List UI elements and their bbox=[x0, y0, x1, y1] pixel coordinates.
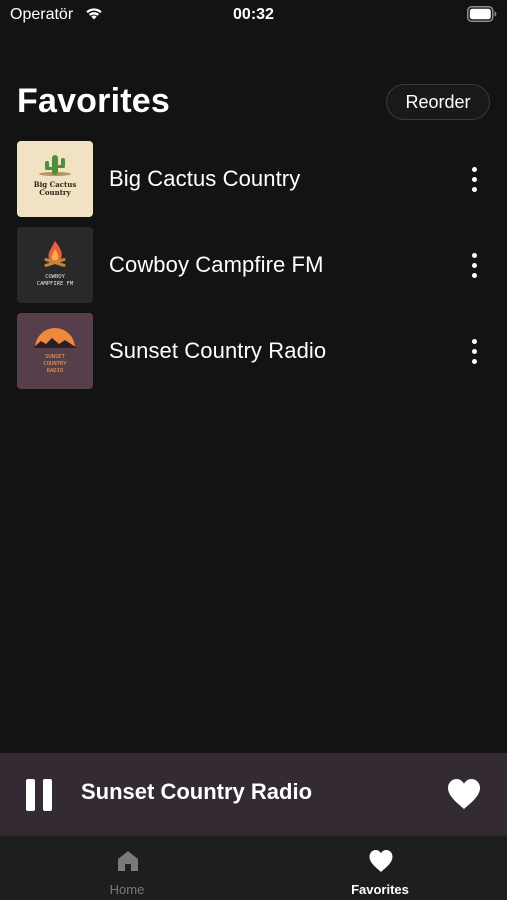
tab-label: Home bbox=[109, 882, 145, 897]
more-dot bbox=[471, 262, 477, 268]
more-dot bbox=[471, 166, 477, 172]
favorite-station-row[interactable]: COWBOY CAMPFIRE FM Cowboy Campfire FM bbox=[0, 226, 507, 312]
favorite-station-row[interactable]: Big Cactus Country Big Cactus Country bbox=[0, 140, 507, 226]
station-artwork: COWBOY CAMPFIRE FM bbox=[17, 227, 93, 303]
more-dot bbox=[471, 358, 477, 364]
more-dot bbox=[471, 338, 477, 344]
more-dot bbox=[471, 176, 477, 182]
mini-player[interactable]: Sunset Country Radio bbox=[0, 753, 507, 835]
more-options-button[interactable] bbox=[462, 334, 486, 368]
battery-icon bbox=[467, 6, 497, 22]
cactus-icon: Big Cactus Country bbox=[17, 141, 93, 217]
station-artwork: SUNSET COUNTRY RADIO bbox=[17, 313, 93, 389]
app-screen: Operatör 00:32 Favorites Reorder Big Cac… bbox=[0, 0, 507, 900]
pause-icon bbox=[43, 779, 52, 811]
status-bar: Operatör 00:32 bbox=[0, 0, 507, 30]
heart-icon bbox=[369, 850, 393, 872]
tab-favorites[interactable]: Favorites bbox=[320, 836, 440, 900]
pause-button[interactable] bbox=[24, 779, 54, 811]
favorite-station-row[interactable]: SUNSET COUNTRY RADIO Sunset Country Radi… bbox=[0, 312, 507, 398]
page-title: Favorites bbox=[17, 82, 170, 120]
more-dot bbox=[471, 348, 477, 354]
artwork-text: COUNTRY bbox=[43, 361, 67, 367]
sunset-icon: SUNSET COUNTRY RADIO bbox=[17, 313, 93, 389]
more-options-button[interactable] bbox=[462, 162, 486, 196]
more-dot bbox=[471, 272, 477, 278]
artwork-text: CAMPFIRE FM bbox=[37, 281, 74, 287]
pause-icon bbox=[26, 779, 35, 811]
more-dot bbox=[471, 186, 477, 192]
heart-icon[interactable] bbox=[446, 777, 482, 811]
status-time: 00:32 bbox=[233, 6, 274, 23]
tab-bar: Home Favorites bbox=[0, 835, 507, 900]
station-name: Cowboy Campfire FM bbox=[109, 252, 324, 277]
campfire-icon: COWBOY CAMPFIRE FM bbox=[17, 227, 93, 303]
station-name: Big Cactus Country bbox=[109, 166, 301, 191]
artwork-text: RADIO bbox=[47, 368, 64, 374]
station-artwork: Big Cactus Country bbox=[17, 141, 93, 217]
station-name: Sunset Country Radio bbox=[109, 338, 327, 363]
tab-label: Favorites bbox=[351, 882, 409, 897]
more-dot bbox=[471, 252, 477, 258]
artwork-text: SUNSET bbox=[45, 354, 66, 360]
now-playing-title: Sunset Country Radio bbox=[81, 779, 313, 804]
reorder-button[interactable]: Reorder bbox=[386, 84, 490, 120]
more-options-button[interactable] bbox=[462, 248, 486, 282]
tab-home[interactable]: Home bbox=[67, 836, 187, 900]
artwork-text: COWBOY bbox=[45, 274, 66, 280]
artwork-text: Country bbox=[39, 188, 71, 197]
favorites-list: Big Cactus Country Big Cactus Country CO… bbox=[0, 140, 507, 398]
home-icon bbox=[118, 851, 138, 871]
